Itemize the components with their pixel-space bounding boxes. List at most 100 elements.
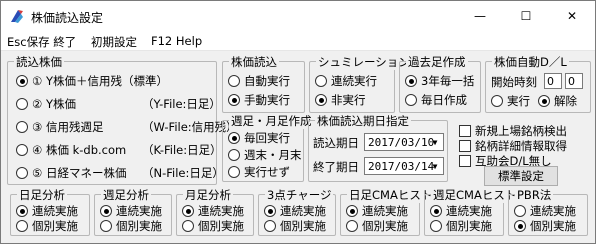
radio-indicator: [264, 220, 276, 232]
radio-indicator: [100, 205, 112, 217]
start-date-value: 2017/03/10: [368, 135, 435, 149]
stock-read-legend: 読込株価: [14, 54, 64, 70]
auto-dl-run[interactable]: 実行: [491, 93, 530, 109]
stock-read-option-5[interactable]: ⑤ 日経マネー株価 （N-File:日足）: [16, 165, 224, 181]
start-hour-input[interactable]: [544, 73, 562, 89]
chevron-down-icon[interactable]: ▼: [427, 158, 443, 174]
analysis-daily-cma-continuous[interactable]: 連続実施: [346, 203, 408, 219]
option-label: 3年毎一括: [421, 74, 475, 88]
new-listing-checkbox[interactable]: 新規上場銘柄検出: [459, 123, 567, 139]
option-label: 連続実施: [362, 204, 408, 218]
window-title: 株価読込設定: [31, 11, 104, 25]
menu-help[interactable]: F12 Help: [151, 34, 202, 48]
weekly-monthly-every[interactable]: 毎回実行: [228, 130, 290, 146]
analysis-daily-individual[interactable]: 個別実施: [16, 218, 78, 234]
analysis-monthly-continuous[interactable]: 連続実施: [182, 203, 244, 219]
option-label: 連続実施: [280, 204, 326, 218]
option-label: 個別実施: [362, 219, 408, 233]
option-label: ② Y株価: [32, 97, 76, 111]
maximize-button[interactable]: ☐: [503, 1, 549, 31]
radio-indicator: [228, 75, 240, 87]
option-suffix: （Y-File:日足）: [142, 97, 221, 111]
simulation-continuous[interactable]: 連続実行: [315, 73, 377, 89]
chevron-down-icon[interactable]: ▼: [427, 134, 443, 150]
settings-window: 株価読込設定 — ☐ ✕ Esc保存 終了 初期設定 F12 Help 読込株価…: [0, 0, 596, 244]
analysis-weekly-cma-group: 週足CMAヒスト 連続実施 個別実施: [424, 187, 519, 236]
menu-initial-settings[interactable]: 初期設定: [91, 34, 137, 50]
simulation-legend: シュミレーション: [316, 54, 412, 70]
radio-indicator: [405, 94, 417, 106]
end-date-value: 2017/03/14: [368, 159, 435, 173]
radio-indicator: [264, 205, 276, 217]
analysis-weekly-group: 週足分析 連続実施 個別実施: [94, 187, 172, 236]
minimize-button[interactable]: —: [457, 1, 503, 31]
analysis-daily-cma-group: 日足CMAヒスト 連続実施 個別実施: [340, 187, 435, 236]
analysis-daily-continuous[interactable]: 連続実施: [16, 203, 78, 219]
radio-indicator: [228, 132, 240, 144]
analysis-3point-individual[interactable]: 個別実施: [264, 218, 326, 234]
analysis-legend: PBR法: [515, 187, 554, 203]
price-read-legend: 株価読込: [229, 54, 279, 70]
price-read-auto[interactable]: 自動実行: [228, 73, 290, 89]
past-create-3year[interactable]: 3年毎一括: [405, 73, 474, 89]
menu-save-exit[interactable]: Esc保存 終了: [7, 34, 76, 50]
stock-read-option-1[interactable]: ① Y株価＋信用残（標準）: [16, 73, 168, 89]
close-button[interactable]: ✕: [549, 1, 595, 31]
analysis-pbr-individual[interactable]: 個別実施: [514, 218, 576, 234]
standard-settings-button[interactable]: 標準設定: [484, 166, 558, 186]
analysis-3point-continuous[interactable]: 連続実施: [264, 203, 326, 219]
radio-indicator: [346, 205, 358, 217]
analysis-daily-cma-individual[interactable]: 個別実施: [346, 218, 408, 234]
option-suffix: （N-File:日足）: [142, 166, 224, 180]
analysis-weekly-cma-individual[interactable]: 個別実施: [430, 218, 492, 234]
radio-indicator: [182, 205, 194, 217]
start-date-picker[interactable]: 2017/03/10 ▼: [364, 133, 444, 151]
radio-indicator: [16, 205, 28, 217]
radio-indicator: [16, 75, 28, 87]
auto-dl-cancel[interactable]: 解除: [538, 93, 577, 109]
analysis-legend: 月足分析: [183, 187, 233, 203]
option-label: 週末・月末: [244, 148, 302, 162]
detail-info-checkbox[interactable]: 銘柄詳細情報取得: [459, 138, 567, 154]
option-label: 個別実施: [116, 219, 162, 233]
end-date-picker[interactable]: 2017/03/14 ▼: [364, 157, 444, 175]
weekly-monthly-end[interactable]: 週末・月末: [228, 147, 302, 163]
analysis-monthly-individual[interactable]: 個別実施: [182, 218, 244, 234]
analysis-legend: 日足分析: [17, 187, 67, 203]
option-label: 実行せず: [244, 165, 290, 179]
past-create-group: 過去足作成 3年毎一括 毎日作成: [399, 54, 481, 113]
stock-read-option-2[interactable]: ② Y株価 （Y-File:日足）: [16, 96, 221, 112]
weekly-monthly-none[interactable]: 実行せず: [228, 164, 290, 180]
analysis-weekly-cma-continuous[interactable]: 連続実施: [430, 203, 492, 219]
radio-indicator: [16, 167, 28, 179]
read-period-group: 株価読込期日指定 読込期日 2017/03/10 ▼ 終了期日 2017/03/…: [308, 113, 448, 182]
menu-bar: Esc保存 終了 初期設定 F12 Help: [1, 31, 595, 51]
stock-read-option-4[interactable]: ④ 株価 k-db.com （K-File:日足）: [16, 142, 222, 158]
simulation-none[interactable]: 非実行: [315, 92, 366, 108]
radio-indicator: [430, 220, 442, 232]
radio-indicator: [405, 75, 417, 87]
radio-indicator: [514, 220, 526, 232]
option-label: 連続実施: [530, 204, 576, 218]
option-label: 連続実施: [116, 204, 162, 218]
analysis-pbr-continuous[interactable]: 連続実施: [514, 203, 576, 219]
analysis-pbr-group: PBR法 連続実施 個別実施: [508, 187, 588, 236]
price-read-manual[interactable]: 手動実行: [228, 92, 290, 108]
radio-indicator: [100, 220, 112, 232]
analysis-weekly-continuous[interactable]: 連続実施: [100, 203, 162, 219]
weekly-monthly-legend: 週足・月足作成: [229, 113, 314, 129]
radio-indicator: [228, 166, 240, 178]
read-period-legend: 株価読込期日指定: [315, 113, 411, 129]
radio-indicator: [16, 121, 28, 133]
stock-read-group: 読込株価 ① Y株価＋信用残（標準） ② Y株価 （Y-File:日足） ③ 信…: [7, 54, 238, 185]
analysis-legend: 日足CMAヒスト: [347, 187, 435, 203]
past-create-daily[interactable]: 毎日作成: [405, 92, 467, 108]
stock-read-option-3[interactable]: ③ 信用残週足 （W-File:信用残）: [16, 119, 238, 135]
auto-dl-legend: 株価自動D／L: [492, 54, 569, 70]
radio-indicator: [491, 95, 503, 107]
analysis-legend: 週足分析: [101, 187, 151, 203]
analysis-weekly-individual[interactable]: 個別実施: [100, 218, 162, 234]
option-label: 手動実行: [244, 93, 290, 107]
start-minute-input[interactable]: [565, 73, 583, 89]
option-label: ① Y株価＋信用残（標準）: [32, 74, 168, 88]
